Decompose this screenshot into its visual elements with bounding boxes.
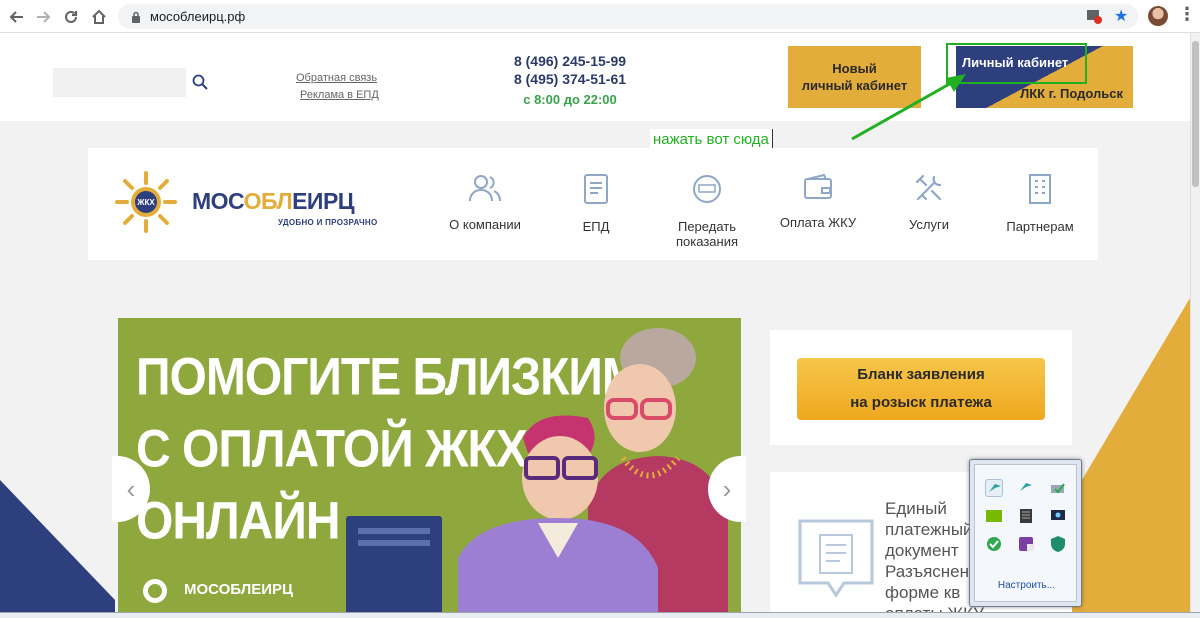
system-tray-popup: Настроить...: [969, 459, 1082, 607]
nvidia-icon[interactable]: [985, 507, 1003, 525]
logo-tagline: УДОБНО И ПРОЗРАЧНО: [278, 218, 378, 227]
nav-label: Партнерам: [1006, 219, 1074, 234]
nav-item-partners[interactable]: Партнерам: [985, 173, 1095, 234]
building-icon: [1029, 174, 1051, 204]
windows-taskbar: [0, 612, 1200, 618]
wallet-icon: [804, 173, 832, 199]
tray-app-icon[interactable]: [1017, 479, 1035, 497]
podolsk-cabinet-label: ЛКК г. Подольск: [1020, 86, 1123, 101]
shield-icon[interactable]: [1049, 535, 1067, 553]
new-personal-cabinet-button[interactable]: Новый личный кабинет: [788, 46, 921, 108]
working-hours: с 8:00 до 22:00: [523, 92, 617, 107]
nav-item-payment[interactable]: Оплата ЖКУ: [763, 173, 873, 230]
banner-logo-text: МОСОБЛЕИРЦ: [184, 581, 293, 598]
logo-badge: ЖКХ: [136, 198, 155, 207]
promo-banner[interactable]: ПОМОГИТЕ БЛИЗКИМ С ОПЛАТОЙ ЖКХ ОНЛАЙН МО…: [118, 318, 741, 618]
nav-item-epd[interactable]: ЕПД: [541, 173, 651, 234]
blank-line2: на розыск платежа: [850, 394, 992, 411]
epd-document-icon: [798, 519, 874, 598]
nav-item-services[interactable]: Услуги: [874, 173, 984, 232]
tray-app-icon[interactable]: [985, 479, 1003, 497]
tray-network-icon[interactable]: [1049, 479, 1067, 497]
logo-name-part2: ОБЛ: [243, 188, 293, 214]
tray-icons-panel: Настроить...: [974, 464, 1077, 602]
blank-line1: Бланк заявления: [857, 366, 985, 383]
feedback-link[interactable]: Обратная связь: [296, 72, 377, 84]
onenote-icon[interactable]: [1017, 535, 1035, 553]
new-cabinet-line1: Новый: [832, 61, 877, 76]
nav-label: О компании: [449, 217, 521, 232]
tray-storage-icon[interactable]: [1017, 507, 1035, 525]
site-header: Обратная связь Реклама в ЕПД 8 (496) 245…: [0, 33, 1190, 121]
nav-item-meter-readings[interactable]: Передать показания: [652, 173, 762, 249]
logo-sun-icon[interactable]: ЖКХ: [114, 170, 178, 239]
payment-search-form-button[interactable]: Бланк заявления на розыск платежа: [797, 358, 1045, 420]
tray-customize-link[interactable]: Настроить...: [975, 580, 1078, 591]
nav-item-about[interactable]: О компании: [430, 173, 540, 232]
logo-name-part3: ЕИРЦ: [292, 188, 355, 214]
nav-label: Передать показания: [676, 219, 738, 249]
tray-display-icon[interactable]: [1049, 507, 1067, 525]
banner-illustration: [143, 328, 728, 618]
search-icon[interactable]: [192, 74, 208, 95]
phone-number-2: 8 (495) 374-51-61: [513, 71, 627, 87]
nav-label: Услуги: [909, 217, 949, 232]
annotation-text: нажать вот сюда: [650, 129, 773, 150]
ads-link[interactable]: Реклама в ЕПД: [300, 89, 379, 101]
nav-label: Оплата ЖКУ: [779, 215, 857, 230]
page-scrollbar[interactable]: [1190, 33, 1200, 618]
annotation-highlight-box: [946, 43, 1087, 84]
tools-icon: [915, 174, 942, 201]
phone-number-1: 8 (496) 245-15-99: [513, 53, 627, 69]
main-navigation: ЖКХ МОСОБЛЕИРЦ УДОБНО И ПРОЗРАЧНО О комп…: [88, 148, 1098, 260]
nav-label: ЕПД: [582, 219, 610, 234]
logo-name-part1: МОС: [192, 188, 244, 214]
document-icon: [584, 174, 608, 204]
search-input[interactable]: [53, 68, 186, 97]
new-cabinet-line2: личный кабинет: [801, 78, 908, 93]
meter-icon: [693, 175, 721, 203]
security-check-icon[interactable]: [985, 535, 1003, 553]
logo-name[interactable]: МОСОБЛЕИРЦ: [192, 188, 355, 215]
payment-search-card: Бланк заявления на розыск платежа: [770, 330, 1072, 445]
people-icon: [469, 175, 501, 202]
scrollbar-thumb[interactable]: [1192, 41, 1199, 187]
